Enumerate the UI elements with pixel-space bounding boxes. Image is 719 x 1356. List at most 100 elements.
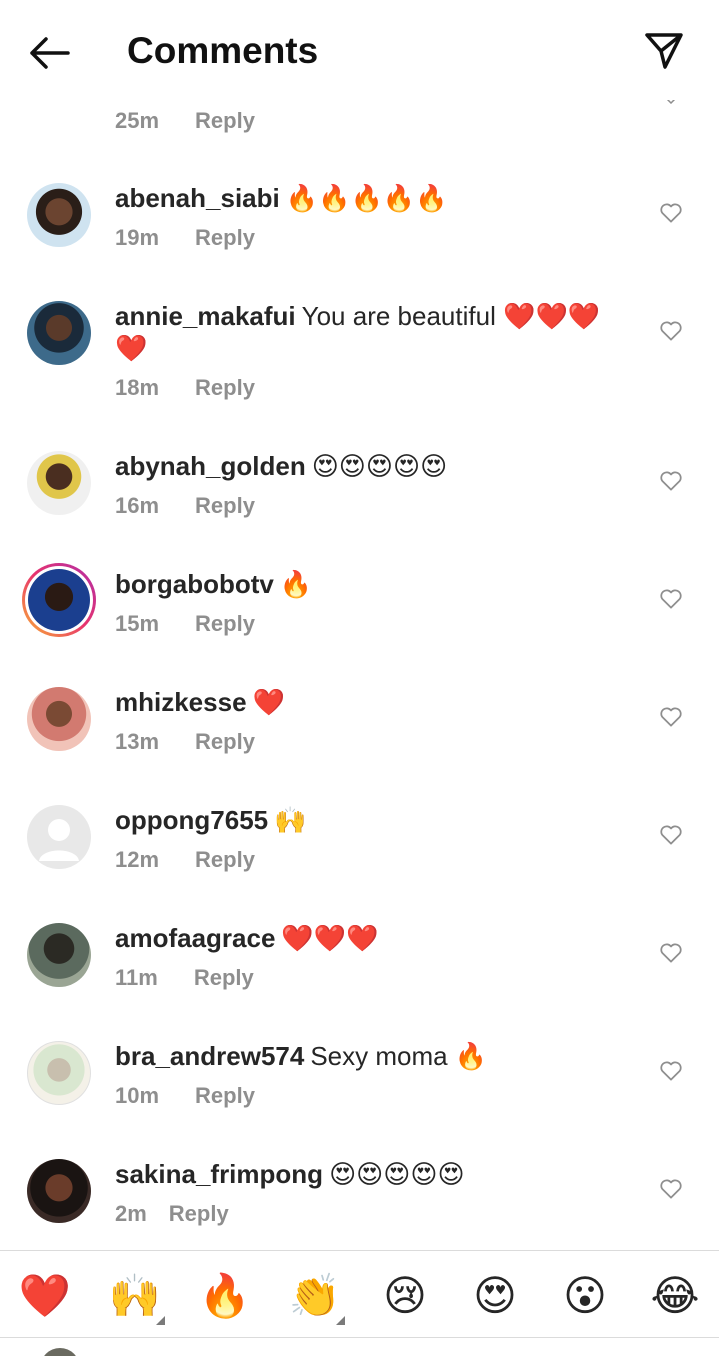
comment-username[interactable]: sakina_frimpong xyxy=(115,1159,323,1189)
comment-username[interactable]: annie_makafui xyxy=(115,301,296,331)
skin-tone-indicator xyxy=(156,1316,165,1325)
reaction-fire[interactable]: 🔥 xyxy=(198,1269,252,1323)
comment-body: 🔥🔥🔥🔥🔥 xyxy=(285,183,448,213)
avatar[interactable] xyxy=(27,1041,91,1105)
heart-icon[interactable] xyxy=(658,704,684,730)
comment-meta: 15m Reply xyxy=(115,610,255,638)
comment-body: 🔥 xyxy=(279,569,313,599)
comment-input-area[interactable] xyxy=(0,1339,719,1356)
comment-username[interactable]: borgabobotv xyxy=(115,569,274,599)
reaction-surprised[interactable]: 😮 xyxy=(558,1269,612,1323)
avatar[interactable] xyxy=(27,183,91,247)
comment-body: ❤️❤️❤️ xyxy=(281,923,379,953)
reply-button[interactable]: Reply xyxy=(194,965,254,990)
back-arrow-icon xyxy=(30,37,70,69)
comment-meta: 16m Reply xyxy=(115,492,255,520)
comment-row: borgabobotv 🔥 15m Reply xyxy=(0,566,719,686)
heart-icon[interactable] xyxy=(658,468,684,494)
comment-time: 16m xyxy=(115,493,160,518)
comment-row: bra_andrew574 Sexy moma 🔥 10m Reply xyxy=(0,1040,719,1158)
comment-meta: 18m Reply xyxy=(115,374,255,402)
reply-button[interactable]: Reply xyxy=(195,108,255,133)
comment-username[interactable]: mhizkesse xyxy=(115,687,247,717)
avatar[interactable] xyxy=(27,451,91,515)
comment-meta: 25m Reply xyxy=(115,107,255,135)
comment-time: 2m xyxy=(115,1201,147,1226)
avatar[interactable] xyxy=(27,687,91,751)
comment-text: annie_makafui You are beautiful ❤️❤️❤️❤️ xyxy=(115,300,615,364)
comment-row: annie_makafui You are beautiful ❤️❤️❤️❤️ … xyxy=(0,300,719,450)
comment-text: sakina_frimpong 😍😍😍😍😍 xyxy=(115,1158,635,1190)
comment-body: Sexy moma 🔥 xyxy=(310,1041,488,1071)
comment-body: 🙌 xyxy=(274,805,307,835)
reaction-clapping[interactable]: 👏 xyxy=(288,1269,342,1323)
comment-time: 25m xyxy=(115,108,160,133)
comment-username[interactable]: abenah_siabi xyxy=(115,183,280,213)
comment-meta: 11m Reply xyxy=(115,964,254,992)
comment-text: abynah_golden 😍😍😍😍😍 xyxy=(115,450,635,482)
comment-row: amofaagrace ❤️❤️❤️ 11m Reply xyxy=(0,922,719,1040)
heart-icon[interactable] xyxy=(658,586,684,612)
comment-time: 18m xyxy=(115,375,160,400)
comment-meta: 12m Reply xyxy=(115,846,255,874)
heart-icon[interactable] xyxy=(658,318,684,344)
reaction-crying[interactable]: 😢 xyxy=(378,1269,432,1323)
avatar[interactable] xyxy=(27,923,91,987)
back-button[interactable] xyxy=(26,30,72,76)
comment-time: 10m xyxy=(115,1083,160,1108)
comment-text: borgabobotv 🔥 xyxy=(115,568,635,600)
heart-icon[interactable] xyxy=(658,200,684,226)
comment-text: amofaagrace ❤️❤️❤️ xyxy=(115,922,635,954)
comment-meta: 19m Reply xyxy=(115,224,255,252)
comment-text: bra_andrew574 Sexy moma 🔥 xyxy=(115,1040,635,1072)
comment-text: abenah_siabi 🔥🔥🔥🔥🔥 xyxy=(115,182,635,214)
comment-body: 😍😍😍😍😍 xyxy=(311,451,448,481)
comment-time: 19m xyxy=(115,225,160,250)
comment-row: sakina_frimpong 😍😍😍😍😍 2m Reply xyxy=(0,1158,719,1250)
quick-reaction-bar: ❤️ 🙌 🔥 👏 😢 😍 😮 😂 xyxy=(0,1250,719,1338)
reaction-raised-hands[interactable]: 🙌 xyxy=(108,1269,162,1323)
reaction-heart[interactable]: ❤️ xyxy=(18,1269,72,1323)
comment-row: oppong7655 🙌 12m Reply xyxy=(0,804,719,922)
avatar[interactable] xyxy=(27,301,91,365)
reply-button[interactable]: Reply xyxy=(195,375,255,400)
reply-button[interactable]: Reply xyxy=(169,1201,229,1226)
comment-username[interactable]: amofaagrace xyxy=(115,923,275,953)
comment-time: 15m xyxy=(115,611,160,636)
comment-row: mhizkesse ❤️ 13m Reply xyxy=(0,686,719,804)
comment-row: abynah_golden 😍😍😍😍😍 16m Reply xyxy=(0,450,719,568)
comment-time: 12m xyxy=(115,847,160,872)
reply-button[interactable]: Reply xyxy=(195,611,255,636)
comment-username[interactable]: abynah_golden xyxy=(115,451,306,481)
reply-button[interactable]: Reply xyxy=(195,729,255,754)
reply-button[interactable]: Reply xyxy=(195,493,255,518)
comment-text: oppong7655 🙌 xyxy=(115,804,635,836)
comment-meta: 13m Reply xyxy=(115,728,255,756)
default-user-icon xyxy=(39,819,79,861)
reaction-laughing[interactable]: 😂 xyxy=(648,1269,702,1323)
reaction-heart-eyes[interactable]: 😍 xyxy=(468,1269,522,1323)
comment-username[interactable]: bra_andrew574 xyxy=(115,1041,304,1071)
comment-list[interactable]: 25m Reply abenah_siabi 🔥🔥🔥🔥🔥 19m Reply anni… xyxy=(0,64,719,1250)
top-bar: Comments xyxy=(0,0,719,100)
comment-meta: 2m Reply xyxy=(115,1200,229,1228)
comment-row: abenah_siabi 🔥🔥🔥🔥🔥 19m Reply xyxy=(0,182,719,300)
comment-text: mhizkesse ❤️ xyxy=(115,686,635,718)
avatar[interactable] xyxy=(22,563,96,637)
reply-button[interactable]: Reply xyxy=(195,225,255,250)
comment-username[interactable]: oppong7655 xyxy=(115,805,268,835)
default-avatar[interactable] xyxy=(27,805,91,869)
share-button[interactable] xyxy=(640,27,688,75)
avatar[interactable] xyxy=(27,1159,91,1223)
heart-icon[interactable] xyxy=(658,940,684,966)
comment-time: 13m xyxy=(115,729,160,754)
comment-time: 11m xyxy=(115,965,158,990)
direct-message-icon xyxy=(645,33,683,69)
heart-icon[interactable] xyxy=(658,1176,684,1202)
comment-body: 😍😍😍😍😍 xyxy=(329,1159,465,1189)
reply-button[interactable]: Reply xyxy=(195,847,255,872)
reply-button[interactable]: Reply xyxy=(195,1083,255,1108)
heart-icon[interactable] xyxy=(658,1058,684,1084)
heart-icon[interactable] xyxy=(658,822,684,848)
skin-tone-indicator xyxy=(336,1316,345,1325)
